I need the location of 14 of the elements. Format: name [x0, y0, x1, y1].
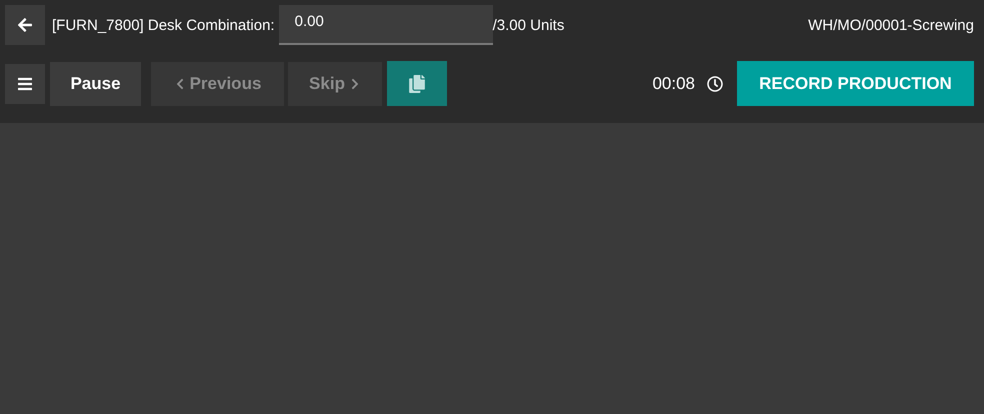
- arrow-left-icon: [17, 17, 33, 33]
- work-order-name: WH/MO/00001-Screwing: [808, 16, 974, 34]
- menu-icon: [17, 76, 33, 92]
- quantity-field[interactable]: 0.00: [278, 5, 493, 45]
- quantity-total: /3.00 Units: [492, 16, 564, 34]
- product-label: [FURN_7800] Desk Combination:: [52, 16, 275, 34]
- documents-icon: [408, 74, 426, 92]
- timer: 00:08: [652, 74, 695, 94]
- clock-icon: [707, 76, 723, 92]
- record-production-button[interactable]: RECORD PRODUCTION: [737, 61, 974, 106]
- pause-button[interactable]: Pause: [50, 62, 141, 106]
- back-button[interactable]: [5, 5, 45, 45]
- menu-button[interactable]: [5, 64, 45, 104]
- documents-button[interactable]: [387, 61, 447, 106]
